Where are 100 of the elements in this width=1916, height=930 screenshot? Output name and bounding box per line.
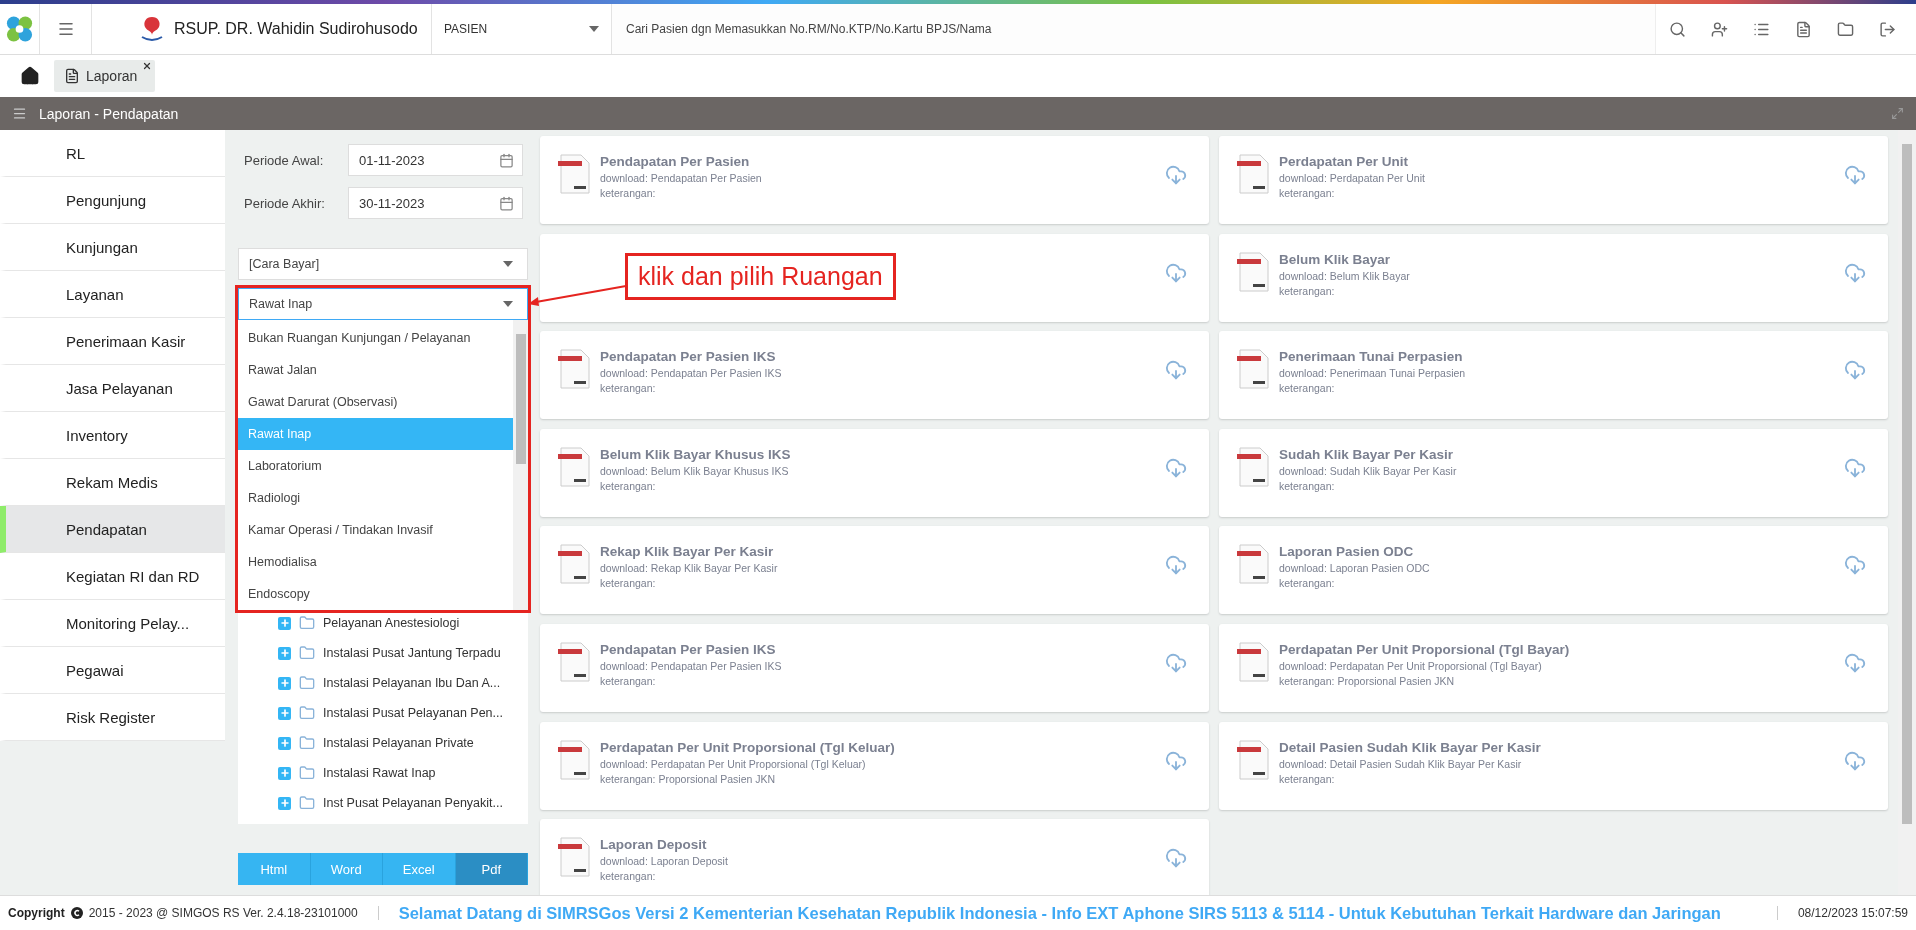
dropdown-option[interactable]: Kamar Operasi / Tindakan Invasif xyxy=(238,514,513,546)
folder-icon xyxy=(299,705,315,721)
tree-item[interactable]: Instalasi Rawat Inap xyxy=(323,766,436,780)
patient-search-field[interactable]: Cari Pasien dgn Memasukkan No.RM/No.KTP/No.Kartu BPJS/Nama xyxy=(612,4,1656,54)
expand-icon[interactable] xyxy=(278,646,291,660)
report-note: keterangan: Proporsional Pasien JKN xyxy=(600,772,777,785)
cloud-download-icon[interactable] xyxy=(1165,554,1187,577)
expand-icon[interactable] xyxy=(278,766,291,780)
sidebar-item[interactable]: Pegawai xyxy=(0,647,225,694)
dropdown-option[interactable]: Bukan Ruangan Kunjungan / Pelayanan xyxy=(238,322,513,354)
dropdown-option[interactable]: Radiologi xyxy=(238,482,513,514)
report-note: keterangan: xyxy=(600,577,657,590)
report-title[interactable]: Perdapatan Per Unit Proporsional (Tgl Keluar) xyxy=(600,739,1155,755)
sidebar-item[interactable]: RL xyxy=(0,130,225,177)
annotation-callout: klik dan pilih Ruangan xyxy=(625,253,896,300)
export-button[interactable]: Pdf xyxy=(455,853,528,885)
tree-item[interactable]: Pelayanan Anestesiologi xyxy=(323,616,460,630)
tab[interactable]: Laporan xyxy=(54,60,156,92)
sidebar-item[interactable]: Inventory xyxy=(0,412,225,459)
report-title[interactable]: Pendapatan Per Pasien IKS xyxy=(600,641,1155,657)
expand-icon[interactable] xyxy=(278,616,291,630)
scrollbar[interactable] xyxy=(513,320,528,610)
report-note: keterangan: xyxy=(1279,577,1336,590)
report-file-icon xyxy=(1237,349,1269,390)
sidebar-item[interactable]: Layanan xyxy=(0,271,225,318)
sidebar-item[interactable]: Jasa Pelayanan xyxy=(0,365,225,412)
search-category-select[interactable]: PASIEN xyxy=(432,4,612,54)
tree-item[interactable]: Instalasi Pelayanan Private xyxy=(323,736,474,750)
tree-item[interactable]: Inst Pusat Pelayanan Penyakit... xyxy=(323,796,503,810)
dropdown-option[interactable]: Hemodialisa xyxy=(238,546,513,578)
report-title[interactable]: Pendapatan Per Pasien IKS xyxy=(600,349,1155,365)
sidebar-item[interactable]: Rekam Medis xyxy=(0,459,225,506)
report-title[interactable]: Perdapatan Per Unit xyxy=(1279,154,1834,169)
close-icon[interactable] xyxy=(142,61,153,71)
sidebar-item[interactable]: Kunjungan xyxy=(0,224,225,271)
date-field[interactable]: 30-11-2023 xyxy=(348,187,523,219)
report-title[interactable]: Sudah Klik Bayar Per Kasir xyxy=(1279,446,1834,462)
field-label: Periode Akhir: xyxy=(243,195,326,211)
report-note: keterangan: xyxy=(1279,479,1336,492)
report-file-icon xyxy=(558,349,590,390)
report-title[interactable]: Pendapatan Per Pasien xyxy=(600,154,1155,169)
report-file-icon xyxy=(1237,251,1269,292)
cloud-download-icon[interactable] xyxy=(1165,651,1187,674)
report-download: download: Perdapatan Per Unit Proporsional (Tgl Bayar) xyxy=(1279,659,1543,672)
sidebar-item[interactable]: Risk Register xyxy=(0,694,225,741)
report-file-icon xyxy=(558,446,590,487)
report-title[interactable]: Perdapatan Per Unit Proporsional (Tgl Bayar) xyxy=(1279,641,1834,657)
report-title[interactable]: Penerimaan Tunai Perpasien xyxy=(1279,349,1834,365)
dropdown-option[interactable]: Laboratorium xyxy=(238,450,513,482)
report-download: download: Perdapatan Per Unit Proporsional (Tgl Keluar) xyxy=(600,757,867,770)
tree-item[interactable]: Instalasi Pelayanan Ibu Dan A... xyxy=(323,676,501,690)
cloud-download-icon[interactable] xyxy=(1165,261,1187,284)
cloud-download-icon[interactable] xyxy=(1844,359,1866,382)
tree-item[interactable]: Instalasi Pusat Jantung Terpadu xyxy=(323,646,501,660)
expand-icon[interactable] xyxy=(278,796,291,810)
cloud-download-icon[interactable] xyxy=(1165,749,1187,772)
date-field[interactable]: 01-11-2023 xyxy=(348,144,523,176)
report-file-icon xyxy=(558,739,590,780)
cloud-download-icon[interactable] xyxy=(1844,456,1866,479)
sidebar-item[interactable]: Pengunjung xyxy=(0,177,225,224)
sidebar-item[interactable]: Monitoring Pelay... xyxy=(0,600,225,647)
expand-icon[interactable] xyxy=(278,706,291,720)
expand-icon[interactable] xyxy=(278,736,291,750)
expand-icon[interactable] xyxy=(1891,107,1904,120)
cloud-download-icon[interactable] xyxy=(1844,651,1866,674)
dropdown-option[interactable]: Gawat Darurat (Observasi) xyxy=(238,386,513,418)
payment-select[interactable]: [Cara Bayar] xyxy=(238,248,528,280)
calendar-icon[interactable] xyxy=(499,195,514,211)
cloud-download-icon[interactable] xyxy=(1165,359,1187,382)
report-file-icon xyxy=(558,544,590,585)
cloud-download-icon[interactable] xyxy=(1165,164,1187,186)
sidebar-item[interactable]: Kegiatan RI dan RD xyxy=(0,553,225,600)
copyright-label: Copyright xyxy=(8,906,65,920)
calendar-icon[interactable] xyxy=(499,152,514,168)
report-title[interactable]: Belum Klik Bayar Khusus IKS xyxy=(600,446,1155,462)
cloud-download-icon[interactable] xyxy=(1844,554,1866,577)
report-title[interactable]: Detail Pasien Sudah Klik Bayar Per Kasir xyxy=(1279,739,1834,755)
report-title[interactable]: Belum Klik Bayar xyxy=(1279,251,1834,267)
cloud-download-icon[interactable] xyxy=(1165,847,1187,870)
tree-item[interactable]: Instalasi Pusat Pelayanan Pen... xyxy=(323,706,503,720)
report-note: keterangan: xyxy=(1279,187,1336,199)
cloud-download-icon[interactable] xyxy=(1844,749,1866,772)
field-label: Periode Awal: xyxy=(243,152,325,168)
expand-icon[interactable] xyxy=(278,676,291,690)
dropdown-option[interactable]: Rawat Jalan xyxy=(238,354,513,386)
menu-icon[interactable] xyxy=(12,106,27,121)
room-select[interactable]: Rawat Inap xyxy=(238,288,528,320)
report-note: keterangan: xyxy=(600,870,657,883)
menu-icon[interactable] xyxy=(56,20,75,38)
dropdown-option[interactable]: Endoscopy xyxy=(238,578,513,610)
cloud-download-icon[interactable] xyxy=(1165,456,1187,479)
sidebar-item[interactable]: Pendapatan xyxy=(0,506,225,553)
report-title[interactable]: Laporan Deposit xyxy=(600,837,1155,853)
report-download: download: Laporan Pasien ODC xyxy=(1279,562,1431,575)
report-title[interactable]: Laporan Pasien ODC xyxy=(1279,544,1834,560)
report-download: download: Laporan Deposit xyxy=(600,855,729,868)
cloud-download-icon[interactable] xyxy=(1844,164,1866,186)
report-title[interactable]: Rekap Klik Bayar Per Kasir xyxy=(600,544,1155,560)
sidebar-item[interactable]: Penerimaan Kasir xyxy=(0,318,225,365)
cloud-download-icon[interactable] xyxy=(1844,261,1866,284)
